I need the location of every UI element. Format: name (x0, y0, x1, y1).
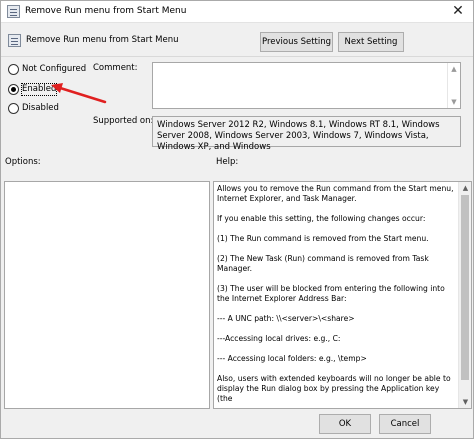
help-text: Allows you to remove the Run command fro… (217, 184, 455, 408)
comment-scrollbar[interactable]: ▲ ▼ (447, 63, 460, 108)
help-paragraph: (2) The New Task (Run) command is remove… (217, 254, 429, 273)
supported-on-label: Supported on: (93, 116, 154, 126)
comment-label: Comment: (93, 63, 138, 73)
help-paragraph: --- A UNC path: \\<server>\<share> (217, 314, 355, 323)
options-label: Options: (5, 157, 41, 167)
help-paragraph: Allows you to remove the Run command fro… (217, 184, 454, 203)
help-scrollbar[interactable]: ▲ ▼ (458, 182, 471, 408)
cancel-button[interactable]: Cancel (379, 414, 431, 434)
annotation-arrow-icon (51, 83, 107, 104)
help-label: Help: (216, 157, 239, 167)
previous-setting-button[interactable]: Previous Setting (260, 32, 333, 52)
next-setting-button[interactable]: Next Setting (338, 32, 404, 52)
ok-button[interactable]: OK (319, 414, 371, 434)
policy-setting-window: Remove Run menu from Start Menu ✕ Remove… (0, 0, 474, 439)
window-title: Remove Run menu from Start Menu (25, 6, 187, 16)
scroll-down-icon[interactable]: ▼ (448, 96, 460, 108)
header-divider (1, 56, 473, 57)
help-panel[interactable]: Allows you to remove the Run command fro… (213, 181, 472, 409)
comment-input[interactable]: ▲ ▼ (152, 62, 461, 109)
scrollbar-thumb[interactable] (461, 195, 469, 380)
supported-on-field: Windows Server 2012 R2, Windows 8.1, Win… (152, 116, 461, 152)
scroll-up-icon[interactable]: ▲ (459, 182, 471, 194)
help-paragraph: Also, users with extended keyboards will… (217, 374, 451, 403)
close-icon[interactable]: ✕ (451, 4, 465, 18)
title-bar[interactable]: Remove Run menu from Start Menu ✕ (1, 1, 473, 23)
help-paragraph: (3) The user will be blocked from enteri… (217, 284, 445, 303)
enabled-radio[interactable] (8, 84, 19, 95)
options-panel (4, 181, 210, 409)
supported-on-value: Windows Server 2012 R2, Windows 8.1, Win… (157, 120, 440, 152)
help-paragraph: --- Accessing local folders: e.g., \temp… (217, 354, 367, 363)
policy-icon (7, 5, 20, 18)
help-paragraph: (1) The Run command is removed from the … (217, 234, 429, 243)
help-paragraph: ---Accessing local drives: e.g., C: (217, 334, 341, 343)
scroll-down-icon[interactable]: ▼ (459, 396, 471, 408)
help-paragraph: If you enable this setting, the followin… (217, 214, 426, 223)
disabled-radio[interactable] (8, 103, 19, 114)
not-configured-label: Not Configured (22, 64, 87, 74)
setting-name: Remove Run menu from Start Menu (26, 35, 179, 45)
scroll-up-icon[interactable]: ▲ (448, 63, 460, 75)
not-configured-radio[interactable] (8, 64, 19, 75)
setting-icon (8, 34, 21, 47)
